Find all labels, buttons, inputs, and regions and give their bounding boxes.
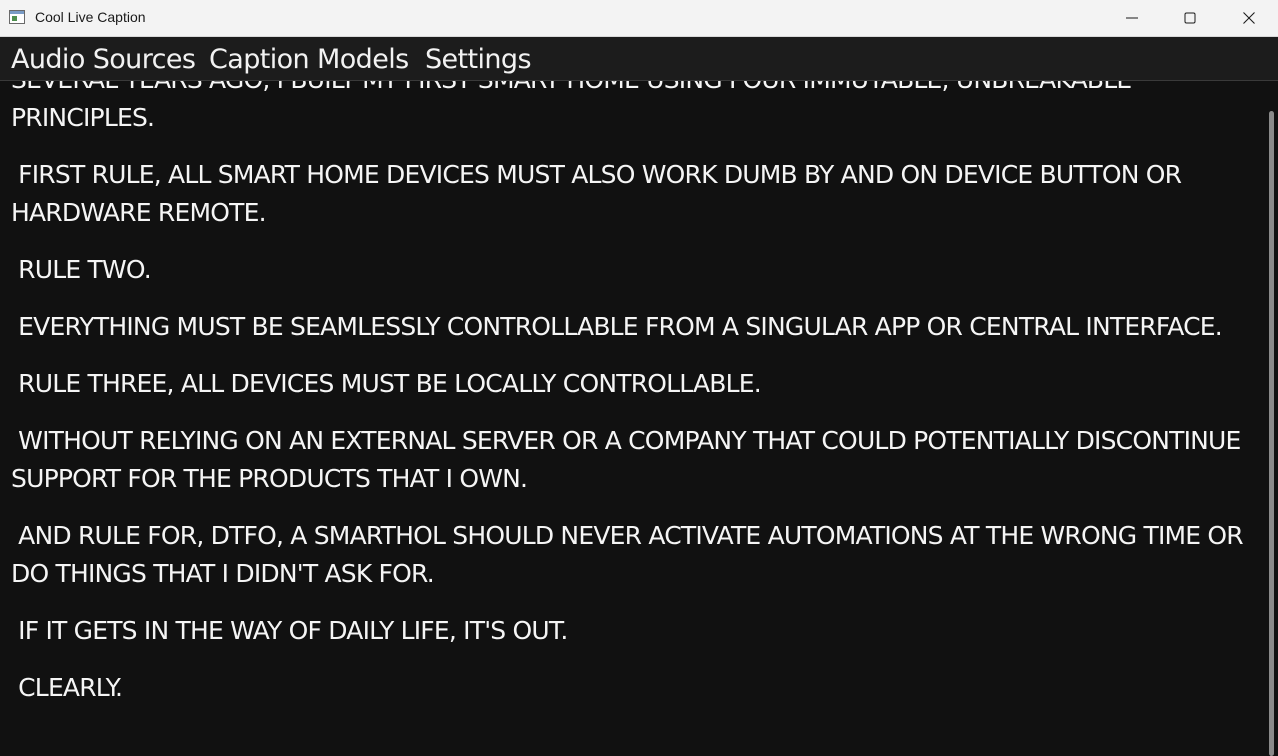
close-button[interactable]: [1220, 0, 1278, 36]
app-window-icon: [9, 10, 25, 24]
caption-line: SEVERAL YEARS AGO, I BUILT MY FIRST SMAR…: [11, 81, 1132, 132]
close-icon: [1243, 12, 1255, 24]
caption-line: EVERYTHING MUST BE SEAMLESSLY CONTROLLAB…: [11, 312, 1223, 341]
app-icon-bar: [10, 11, 24, 14]
caption-line: RULE THREE, ALL DEVICES MUST BE LOCALLY …: [11, 369, 762, 398]
caption-line: CLEARLY.: [11, 673, 123, 702]
caption-line: WITHOUT RELYING ON AN EXTERNAL SERVER OR…: [11, 426, 1248, 493]
vertical-scrollbar[interactable]: [1265, 81, 1278, 756]
menu-settings[interactable]: Settings: [425, 43, 532, 77]
minimize-button[interactable]: [1103, 0, 1161, 36]
caption-area[interactable]: SEVERAL YEARS AGO, I BUILT MY FIRST SMAR…: [0, 81, 1265, 756]
maximize-icon: [1184, 12, 1196, 24]
menu-audio-sources[interactable]: Audio Sources: [11, 43, 196, 77]
menu-caption-models[interactable]: Caption Models: [209, 43, 409, 77]
scrollbar-thumb[interactable]: [1269, 111, 1274, 756]
caption-list: SEVERAL YEARS AGO, I BUILT MY FIRST SMAR…: [11, 81, 1255, 726]
caption-line: IF IT GETS IN THE WAY OF DAILY LIFE, IT'…: [11, 616, 568, 645]
app-icon-pane: [12, 16, 17, 21]
caption-line: RULE TWO.: [11, 255, 152, 284]
maximize-button[interactable]: [1161, 0, 1219, 36]
title-bar[interactable]: Cool Live Caption: [0, 0, 1278, 37]
menu-bar: Audio Sources Caption Models Settings: [0, 37, 1278, 81]
window-title: Cool Live Caption: [35, 9, 146, 25]
caption-line: AND RULE FOR, DTFO, A SMARTHOL SHOULD NE…: [11, 521, 1251, 588]
app-window: Cool Live Caption Audio Sources Caption …: [0, 0, 1278, 756]
caption-line: FIRST RULE, ALL SMART HOME DEVICES MUST …: [11, 160, 1189, 227]
minimize-icon: [1126, 17, 1138, 19]
